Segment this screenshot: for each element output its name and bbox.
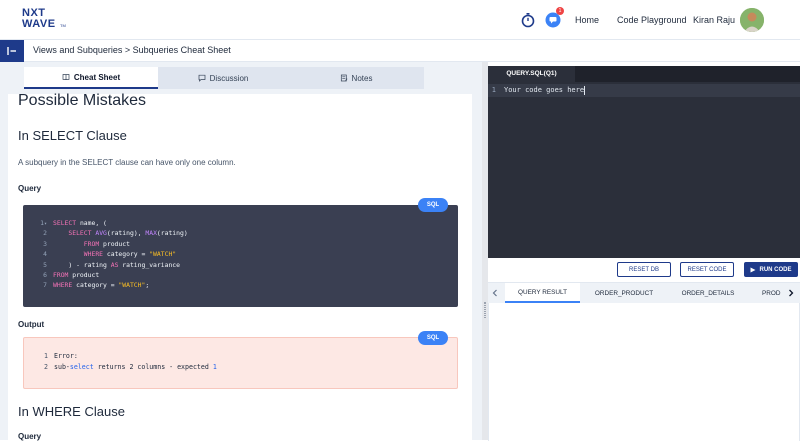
output-line: 2 sub-select returns 2 columns - expected… [24,363,457,374]
nxtwave-logo[interactable]: NXT WAVE TM [22,7,72,31]
play-icon [750,267,756,272]
avatar-image [740,8,764,32]
avatar[interactable] [740,8,764,32]
line-number: 1▾ [40,219,47,227]
heading-where-clause: In WHERE Clause [18,404,125,419]
run-code-label: RUN CODE [759,266,792,273]
editor-code-text: Your code goes here [504,86,585,94]
code-editor[interactable]: QUERY.SQL(Q1) 1 Your code goes here [488,66,800,258]
line-number: 4 [43,250,47,259]
output-label: Output [18,320,45,329]
editor-line[interactable]: 1 Your code goes here [488,84,800,97]
tab-discussion[interactable]: Discussion [158,67,288,89]
tab-notes[interactable]: Notes [288,67,424,89]
tab-query-sql[interactable]: QUERY.SQL(Q1) [488,66,575,82]
run-code-button[interactable]: RUN CODE [744,262,798,277]
chevron-left-icon [492,289,497,297]
code-line: 3 FROM product [23,240,458,250]
reset-code-button[interactable]: RESET CODE [680,262,734,277]
chevron-right-icon [789,289,794,297]
content-tabs: Cheat Sheet Discussion Notes [0,67,482,89]
line-number: 1 [491,86,496,94]
text-cursor [584,86,586,95]
select-clause-description: A subquery in the SELECT clause can have… [18,158,236,167]
line-number: 1 [44,352,48,360]
user-name[interactable]: Kiran Raju [693,15,735,25]
heading-select-clause: In SELECT Clause [18,128,127,143]
sql-badge: SQL [418,198,448,212]
line-number: 7 [43,281,47,290]
sidebar-expand-icon [7,47,16,55]
result-pane: QUERY RESULT ORDER_PRODUCT ORDER_DETAILS… [488,282,800,441]
logo-trademark: TM [60,23,66,28]
tab-product[interactable]: PROD [748,283,784,303]
tab-query-result[interactable]: QUERY RESULT [505,283,580,303]
book-icon [62,74,70,81]
scroll-left-button[interactable] [488,283,502,303]
code-line: 1▾ SELECT name, ( [23,219,458,229]
editor-tab-bar: QUERY.SQL(Q1) [488,66,800,82]
logo-text-line2: WAVE [22,18,56,30]
code-line: 6 FROM product [23,271,458,281]
tab-order-product[interactable]: ORDER_PRODUCT [580,283,668,303]
cheat-sheet-pane: Cheat Sheet Discussion Notes Possible Mi… [0,62,482,441]
line-number: 2 [44,363,48,371]
tab-discussion-label: Discussion [209,73,249,83]
comment-icon [198,74,206,82]
line-number: 6 [43,270,47,279]
scroll-right-button[interactable] [784,283,798,303]
nav-code-playground-link[interactable]: Code Playground [617,15,687,25]
breadcrumb[interactable]: Views and Subqueries > Subqueries Cheat … [33,45,231,55]
notification-badge: 1 [556,7,564,15]
query-result-body [488,303,800,441]
sidebar-toggle-button[interactable] [0,40,24,62]
output-line: 1 Error: [24,352,457,363]
line-number: 2 [43,229,47,238]
cheat-sheet-content: Possible Mistakes In SELECT Clause A sub… [8,92,472,441]
tab-cheat-sheet-label: Cheat Sheet [73,72,121,82]
notes-icon [340,74,347,82]
tab-cheat-sheet[interactable]: Cheat Sheet [24,67,158,89]
code-line: 4 WHERE category = "WATCH" [23,250,458,260]
code-line: 5 ) - rating AS rating_variance [23,261,458,271]
breadcrumb-bar: Views and Subqueries > Subqueries Cheat … [0,40,800,62]
tab-notes-label: Notes [351,73,373,83]
stopwatch-icon[interactable] [520,12,536,28]
sql-code-block: 1▾ SELECT name, ( 2 SELECT AVG (rating), M… [23,205,458,307]
heading-possible-mistakes: Possible Mistakes [18,92,147,109]
line-number: 5 [43,260,47,269]
top-header: NXT WAVE TM 1 Home Code Playground Kiran… [0,0,800,40]
error-output-block: 1 Error: 2 sub-select returns 2 columns - … [23,337,458,389]
result-tab-bar: QUERY RESULT ORDER_PRODUCT ORDER_DETAILS… [488,283,800,303]
line-number: 3 [43,239,47,248]
sql-badge: SQL [418,331,448,345]
code-line: 7 WHERE category = "WATCH"; [23,281,458,291]
query-label: Query [18,184,42,193]
code-line: 2 SELECT AVG (rating), MAX (rating) [23,229,458,239]
tab-order-details[interactable]: ORDER_DETAILS [668,283,748,303]
grip-icon [484,302,486,318]
nav-home-link[interactable]: Home [575,15,599,25]
editor-actions: RESET DB RESET CODE RUN CODE [488,258,800,282]
reset-db-button[interactable]: RESET DB [617,262,671,277]
